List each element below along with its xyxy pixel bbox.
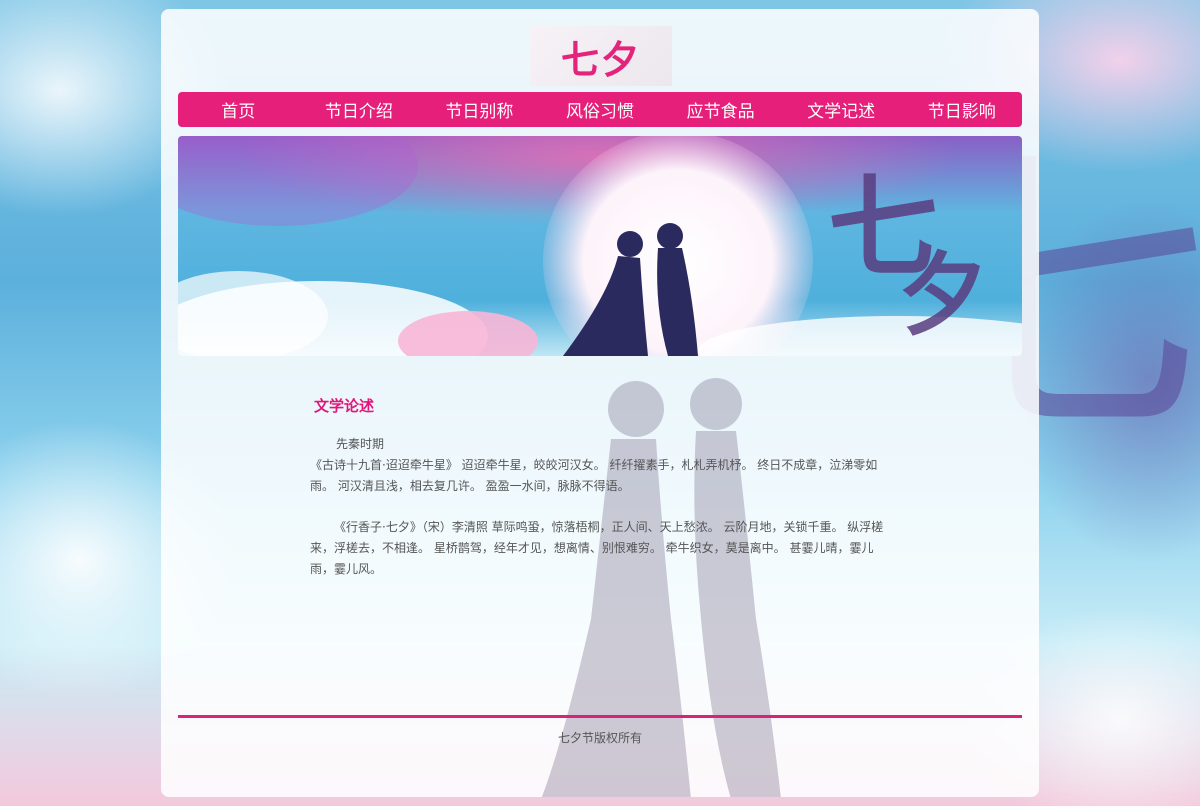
banner-image: 七 夕 [178, 136, 1022, 356]
nav-item-festival-intro[interactable]: 节日介绍 [299, 97, 420, 122]
nav-item-festival-foods[interactable]: 应节食品 [660, 97, 781, 122]
nav-item-home[interactable]: 首页 [178, 97, 299, 122]
article-content: 文学论述 先秦时期 《古诗十九首·迢迢牵牛星》 迢迢牵牛星，皎皎河汉女。 纤纤擢… [310, 394, 892, 580]
page-container: 七夕 首页 节日介绍 节日别称 风俗习惯 应节食品 文学记述 节日影响 七 夕 … [161, 9, 1039, 797]
article-heading: 文学论述 [314, 397, 375, 415]
poem-paragraph-1: 《古诗十九首·迢迢牵牛星》 迢迢牵牛星，皎皎河汉女。 纤纤擢素手，札札弄机杼。 … [310, 458, 878, 493]
footer-copyright: 七夕节版权所有 [557, 731, 642, 745]
nav-item-customs[interactable]: 风俗习惯 [540, 97, 661, 122]
nav-item-festival-aliases[interactable]: 节日别称 [419, 97, 540, 122]
nav-item-literature[interactable]: 文学记述 [781, 97, 902, 122]
svg-text:夕: 夕 [898, 242, 988, 348]
nav-item-influence[interactable]: 节日影响 [901, 97, 1022, 122]
poem-paragraph-2: 《行香子·七夕》（宋）李清照 草际鸣蛩，惊落梧桐，正人间、天上愁浓。 云阶月地，… [310, 520, 884, 576]
qixi-logo[interactable]: 七夕 [530, 26, 672, 86]
period-label: 先秦时期 [336, 437, 385, 451]
footer-divider [178, 715, 1022, 718]
main-nav: 首页 节日介绍 节日别称 风俗习惯 应节食品 文学记述 节日影响 [178, 92, 1022, 127]
